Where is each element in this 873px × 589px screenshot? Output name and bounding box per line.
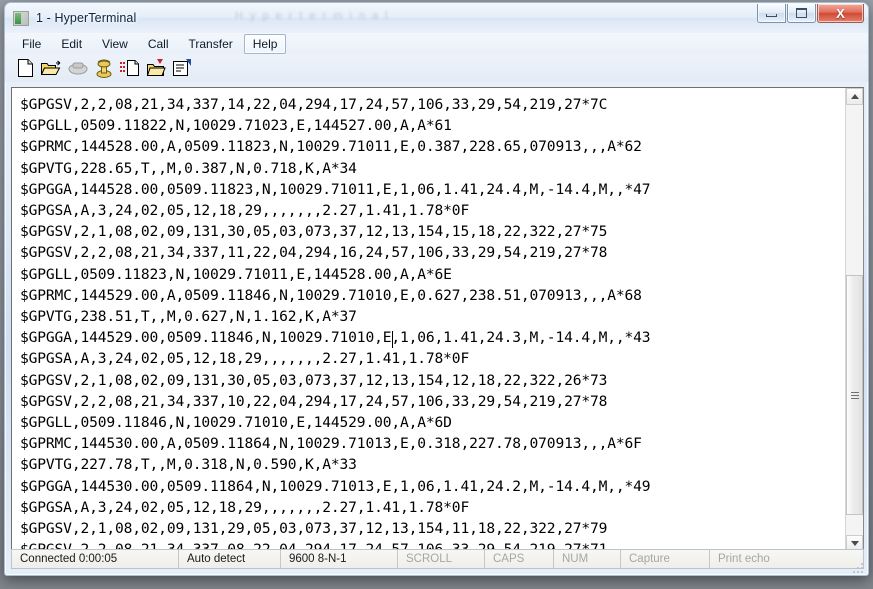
new-connection-button[interactable] (14, 57, 37, 79)
call-icon (96, 59, 111, 78)
minimize-icon (766, 13, 777, 17)
call-button[interactable] (92, 57, 115, 79)
terminal-output[interactable]: $GPGSV,2,2,08,21,34,337,14,22,04,294,17,… (12, 88, 845, 552)
desktop-background: 1 - HyperTerminal Hyperterminal X File E… (0, 0, 873, 589)
receive-file-icon (146, 58, 166, 76)
toolbar (5, 54, 868, 82)
menu-item-help[interactable]: Help (243, 33, 287, 54)
terminal-line: $GPGLL,0509.11846,N,10029.71010,E,144529… (20, 414, 452, 432)
disconnect-icon (68, 62, 87, 75)
menu-item-view[interactable]: View (93, 34, 137, 54)
properties-button[interactable] (170, 57, 193, 79)
resize-grip[interactable] (853, 561, 865, 573)
terminal-line: $GPGLL,0509.11822,N,10029.71023,E,144527… (20, 117, 452, 135)
menu-item-transfer[interactable]: Transfer (180, 34, 242, 54)
properties-icon (172, 59, 191, 76)
menu-item-call[interactable]: Call (139, 34, 178, 54)
terminal-line: $GPGSV,2,2,08,21,34,337,11,22,04,294,16,… (20, 244, 608, 262)
title-bar[interactable]: 1 - HyperTerminal Hyperterminal X (5, 3, 868, 33)
status-connected: Connected 0:00:05 (12, 550, 179, 568)
terminal-line: $GPVTG,227.78,T,,M,0.318,N,0.590,K,A*33 (20, 456, 357, 474)
terminal-line: $GPGLL,0509.11823,N,10029.71011,E,144528… (20, 265, 452, 283)
hyperterminal-icon (13, 10, 29, 26)
open-folder-button[interactable] (40, 57, 63, 79)
minimize-button[interactable] (757, 4, 786, 23)
terminal-line: $GPGSV,2,2,08,21,34,337,10,22,04,294,17,… (20, 392, 608, 410)
hyperterminal-window: 1 - HyperTerminal Hyperterminal X File E… (4, 2, 869, 576)
scroll-down-arrow-icon (850, 541, 859, 546)
ghost-title-text: Hyperterminal (235, 10, 395, 22)
status-capture: Capture (621, 550, 710, 568)
maximize-icon (796, 8, 807, 18)
scrollbar-track[interactable] (846, 105, 863, 535)
scroll-up-arrow-icon (850, 94, 859, 99)
disconnect-button[interactable] (66, 57, 89, 79)
new-connection-icon (18, 59, 33, 77)
terminal-line: $GPGSV,2,2,08,21,34,337,14,22,04,294,17,… (20, 96, 608, 113)
terminal-line: $GPRMC,144528.00,A,0509.11823,N,10029.71… (20, 138, 642, 156)
send-file-icon (119, 60, 139, 76)
terminal-line: $GPGGA,144529.00,0509.11846,N,10029.7101… (20, 329, 651, 347)
status-num: NUM (554, 550, 621, 568)
text-cursor (392, 331, 393, 348)
status-print-echo: Print echo (718, 553, 770, 565)
terminal-line: $GPRMC,144530.00,A,0509.11864,N,10029.71… (20, 435, 642, 453)
menu-bar: File Edit View Call Transfer Help (5, 33, 868, 54)
send-file-button[interactable] (118, 57, 141, 79)
close-button[interactable]: X (817, 4, 864, 23)
window-title: 1 - HyperTerminal (36, 11, 137, 25)
status-detect: Auto detect (179, 550, 281, 568)
terminal-line: $GPGSA,A,3,24,02,05,12,18,29,,,,,,,2.27,… (20, 498, 470, 516)
close-icon: X (836, 5, 845, 21)
maximize-button[interactable] (787, 4, 816, 23)
window-controls: X (757, 4, 864, 23)
terminal-line: $GPRMC,144529.00,A,0509.11846,N,10029.71… (20, 286, 642, 304)
terminal-line: $GPGSA,A,3,24,02,05,12,18,29,,,,,,,2.27,… (20, 202, 470, 220)
terminal-client-area: $GPGSV,2,2,08,21,34,337,14,22,04,294,17,… (11, 87, 864, 553)
scrollbar-thumb[interactable] (846, 275, 863, 515)
status-bar: Connected 0:00:05 Auto detect 9600 8-N-1… (11, 549, 864, 569)
scrollbar-grip-icon (850, 391, 859, 399)
menu-item-file[interactable]: File (13, 34, 50, 54)
terminal-line: $GPGSA,A,3,24,02,05,12,18,29,,,,,,,2.27,… (20, 350, 470, 368)
terminal-line: $GPVTG,228.65,T,,M,0.387,N,0.718,K,A*34 (20, 159, 357, 177)
receive-file-button[interactable] (144, 57, 167, 79)
terminal-line: $GPGGA,144528.00,0509.11823,N,10029.7101… (20, 180, 651, 198)
open-folder-icon (41, 60, 61, 75)
menu-item-edit[interactable]: Edit (52, 34, 91, 54)
status-settings: 9600 8-N-1 (281, 550, 398, 568)
terminal-line: $GPGSV,2,1,08,02,09,131,30,05,03,073,37,… (20, 371, 608, 389)
vertical-scrollbar[interactable] (845, 88, 863, 552)
status-scroll: SCROLL (398, 550, 485, 568)
status-caps: CAPS (485, 550, 554, 568)
terminal-line: $GPGSV,2,1,08,02,09,131,29,05,03,073,37,… (20, 520, 608, 538)
scroll-up-button[interactable] (846, 88, 863, 105)
terminal-line: $GPVTG,238.51,T,,M,0.627,N,1.162,K,A*37 (20, 308, 357, 326)
terminal-line: $GPGSV,2,1,08,02,09,131,30,05,03,073,37,… (20, 223, 608, 241)
terminal-line: $GPGGA,144530.00,0509.11864,N,10029.7101… (20, 477, 651, 495)
